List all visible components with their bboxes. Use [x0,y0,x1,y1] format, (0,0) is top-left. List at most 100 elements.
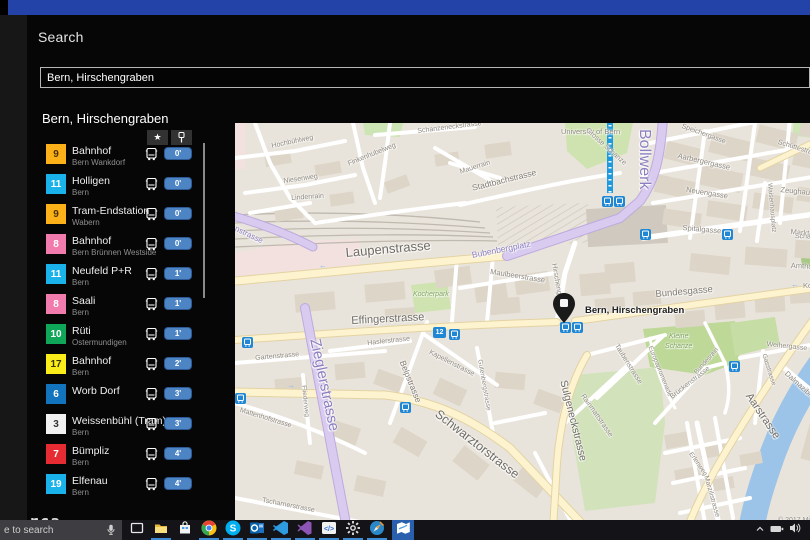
bus-icon [145,267,158,286]
transit-result-row[interactable]: 3 Weissenbühl (Tram) Bern 3' [27,413,207,443]
chevron-up-icon[interactable] [755,521,765,539]
microphone-icon[interactable] [104,522,118,540]
transit-result-row[interactable]: 6 Worb Dorf 3' [27,383,207,413]
map-canvas[interactable]: University of Bern Grosse Schanze Hochbühl… [235,123,810,529]
destination-name: Elfenau [72,475,108,487]
pushpin-icon [178,132,185,143]
transit-stop-icon[interactable] [449,327,460,340]
file-explorer-taskbar-button[interactable] [150,520,172,540]
line-number-badge: 17 [46,354,66,374]
destination-place: Bern [72,488,89,497]
bus-icon [145,147,158,166]
list-scrollbar[interactable] [203,143,205,298]
eta-badge: 2' [164,357,192,370]
destination-place: Bern [72,368,89,377]
svg-text:</>: </> [324,526,334,533]
maps-icon [395,520,411,540]
line-number-badge: 3 [46,414,66,434]
chrome-taskbar-button[interactable] [198,520,220,540]
line-number-badge: 9 [46,204,66,224]
taskbar: e to search S </> [0,520,810,540]
transit-stop-icon[interactable] [614,194,625,207]
bus-icon [145,237,158,256]
visual-studio-icon [297,520,313,540]
microsoft-store-taskbar-button[interactable] [174,520,196,540]
window-titlebar[interactable] [8,0,810,15]
transit-result-row[interactable]: 10 Rüti Ostermundigen 1' [27,323,207,353]
chrome-icon [201,520,217,540]
transit-result-row[interactable]: 11 Neufeld P+R Bern 1' [27,263,207,293]
transit-result-row[interactable]: 8 Saali Bern 1' [27,293,207,323]
settings-taskbar-button[interactable] [342,520,364,540]
line-number-badge: 7 [46,444,66,464]
transit-results-list: 9 Bahnhof Bern Wankdorf 0' 11 Holligen Bern 0' 9… [27,143,207,505]
line-number-badge: 8 [46,234,66,254]
results-heading: Bern, Hirschengraben [42,111,169,126]
map-label-schanze: Schanze [665,343,693,350]
map-label-kleine: Kleine [669,333,689,340]
map-graphics [235,123,810,529]
transit-result-row[interactable]: 8 Bahnhof Bern Brünnen Westside 0' [27,233,207,263]
outlook-icon [249,520,265,540]
transit-result-row[interactable]: 17 Bahnhof Bern 2' [27,353,207,383]
transit-line-badge[interactable]: 12 [433,327,446,338]
destination-name: Bahnhof [72,145,112,157]
skype-icon: S [225,520,241,540]
transit-stop-icon[interactable] [602,194,613,207]
line-number-badge: 9 [46,144,66,164]
compass-taskbar-button[interactable] [366,520,388,540]
visual-studio-taskbar-button[interactable] [294,520,316,540]
line-number-badge: 19 [46,474,66,494]
task-view-icon [129,520,145,540]
destination-place: Bern [72,308,89,317]
destination-place: Bern Brünnen Westside [72,248,157,257]
destination-name: Bümpliz [72,445,110,457]
vs-code-taskbar-button[interactable] [270,520,292,540]
battery-icon[interactable] [770,521,784,539]
task-view-taskbar-button[interactable] [126,520,148,540]
eta-badge: 3' [164,417,192,430]
destination-place: Bern [72,428,89,437]
star-icon: ★ [153,132,162,142]
destination-place: Bern [72,458,89,467]
maps-taskbar-button[interactable] [392,520,414,540]
speaker-icon[interactable] [789,521,802,539]
microsoft-store-icon [177,520,193,540]
eta-badge: 3' [164,387,192,400]
page-title: Search [38,29,84,45]
transit-stop-icon[interactable] [235,391,246,404]
file-explorer-icon [153,520,169,540]
transit-result-row[interactable]: 11 Holligen Bern 0' [27,173,207,203]
code-taskbar-button[interactable]: </> [318,520,340,540]
eta-badge: 0' [164,177,192,190]
transit-result-row[interactable]: 9 Tram-Endstation Wabern 0' [27,203,207,233]
transit-result-row[interactable]: 7 Bümpliz Bern 4' [27,443,207,473]
maps-app-window: Search Bern, Hirschengraben ★ 9BahnhofBe… [27,15,810,531]
eta-badge: 0' [164,207,192,220]
skype-taskbar-button[interactable]: S [222,520,244,540]
destination-place: Bern [72,188,89,197]
eta-badge: 1' [164,327,192,340]
bus-icon [145,357,158,376]
outlook-taskbar-button[interactable] [246,520,268,540]
destination-name: Bahnhof [72,355,112,367]
transit-stop-icon[interactable] [722,227,733,240]
destination-name: Holligen [72,175,110,187]
bus-icon [145,297,158,316]
transit-stop-icon[interactable] [400,400,411,413]
destination-place: Bern Wankdorf [72,158,126,167]
map-label-arrow-effinger: → [287,381,295,390]
transit-result-row[interactable]: 19 Elfenau Bern 4' [27,473,207,503]
location-pin-icon[interactable] [553,293,575,328]
eta-badge: 0' [164,237,192,250]
line-number-badge: 6 [46,384,66,404]
transit-stop-icon[interactable] [640,227,651,240]
eta-badge: 0' [164,147,192,160]
transit-stop-icon[interactable] [242,335,253,348]
bus-icon [145,327,158,346]
destination-name: Tram-Endstation [72,205,150,217]
transit-stop-icon[interactable] [729,359,740,372]
transit-result-row[interactable]: 9 Bahnhof Bern Wankdorf 0' [27,143,207,173]
taskbar-search-box[interactable]: e to search [0,520,122,540]
search-input[interactable] [40,67,810,88]
